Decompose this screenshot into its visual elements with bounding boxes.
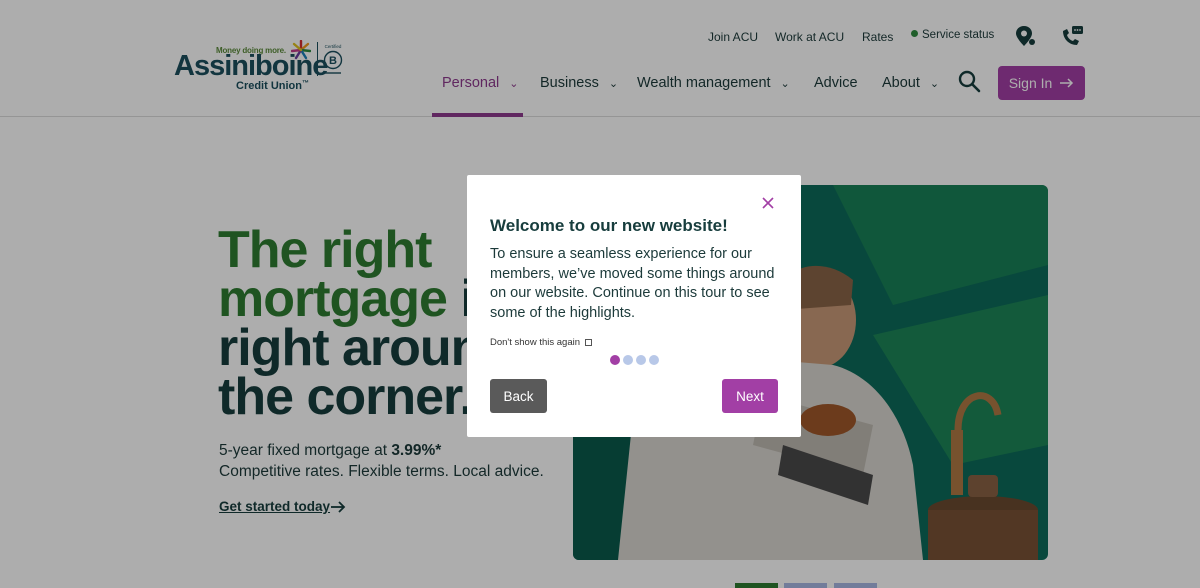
welcome-tour-modal: Welcome to our new website! To ensure a … bbox=[467, 175, 801, 437]
next-button[interactable]: Next bbox=[722, 379, 778, 413]
tour-step-dot bbox=[636, 355, 646, 365]
modal-title: Welcome to our new website! bbox=[490, 216, 728, 235]
dont-show-checkbox[interactable] bbox=[585, 339, 593, 346]
close-icon[interactable] bbox=[760, 195, 776, 211]
tour-step-dot bbox=[623, 355, 633, 365]
tour-step-indicator bbox=[610, 355, 659, 365]
back-button[interactable]: Back bbox=[490, 379, 547, 413]
modal-body: To ensure a seamless experience for our … bbox=[490, 246, 775, 321]
tour-step-dot bbox=[610, 355, 620, 365]
dont-show-again[interactable]: Don't show this again bbox=[490, 337, 593, 348]
tour-step-dot bbox=[649, 355, 659, 365]
